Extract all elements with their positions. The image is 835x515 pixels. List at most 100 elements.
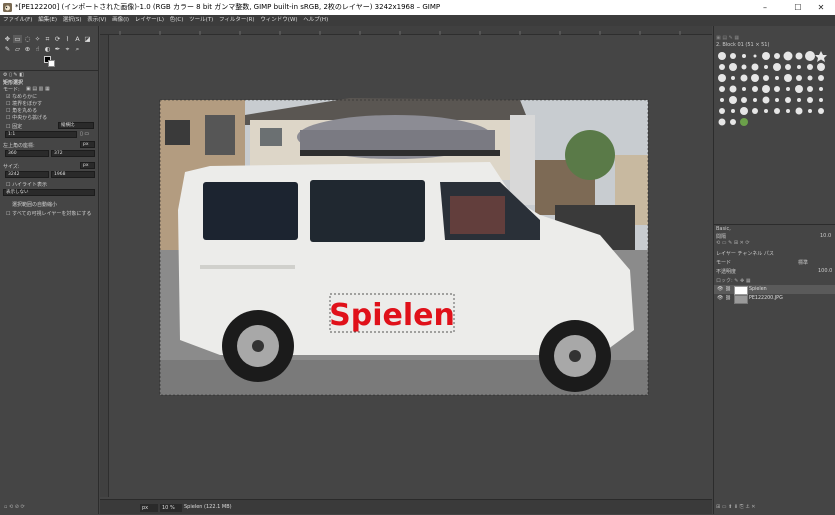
menu-edit[interactable]: 編集(E): [38, 15, 57, 26]
status-info: Spielen (122.1 MB): [184, 504, 232, 510]
van-window-reflection: [450, 196, 505, 234]
paintbrush-tool-icon[interactable]: ✎: [3, 45, 12, 53]
feather-checkbox[interactable]: ☐ 境界をぼかす: [6, 100, 42, 107]
dock-divider: [0, 70, 99, 71]
tool-options-title: 矩形選択: [3, 80, 24, 86]
dodge-tool-icon[interactable]: ◐: [43, 45, 52, 53]
roof-rack-bar: [300, 150, 500, 156]
canvas-text[interactable]: Spielen: [329, 298, 455, 333]
zoom-tool-icon[interactable]: ⌕: [73, 45, 82, 53]
eraser-tool-icon[interactable]: ▱: [13, 45, 22, 53]
menu-colors[interactable]: 色(C): [170, 15, 184, 26]
size-h-field[interactable]: 1968: [51, 171, 95, 178]
house-left-window-2: [205, 115, 235, 155]
zoom-select[interactable]: 10 %: [160, 504, 182, 512]
size-w-field[interactable]: 3242: [5, 171, 49, 178]
visibility-eye-icon[interactable]: 👁: [717, 294, 723, 303]
antialias-checkbox[interactable]: ☑ なめらかに: [6, 93, 37, 100]
expand-center-label: 中央から拡げる: [12, 115, 48, 121]
brush-preset-select[interactable]: Basic,: [716, 226, 731, 232]
lock-icons[interactable]: ロック: ✎ ✥ ▦: [716, 277, 751, 284]
van-window-middle: [310, 180, 425, 242]
chain-icon[interactable]: ⛓: [725, 285, 731, 294]
menu-tools[interactable]: ツール(T): [189, 15, 213, 26]
size-unit-select[interactable]: px: [80, 162, 95, 169]
house-center-window: [260, 128, 282, 146]
gimp-app-icon: [3, 3, 12, 12]
crop-tool-icon[interactable]: ⌗: [43, 35, 52, 43]
brush-header: 2. Block 01 (51 × 51): [716, 42, 770, 48]
clone-tool-icon[interactable]: ⊕: [23, 45, 32, 53]
fixed-checkbox[interactable]: ☐ 固定: [6, 123, 22, 130]
ratio-field[interactable]: 1:1: [5, 131, 77, 138]
menu-filters[interactable]: フィルター(R): [219, 15, 255, 26]
close-button[interactable]: ✕: [807, 0, 835, 15]
mode-buttons[interactable]: ▣ ▤ ▥ ▦: [26, 86, 50, 92]
wheel-front-hub: [569, 350, 581, 362]
spacing-label: 間隔: [716, 234, 727, 240]
menu-select[interactable]: 選択(S): [63, 15, 82, 26]
position-x-field[interactable]: 360: [5, 150, 49, 157]
orientation-icons[interactable]: ▯ ▭: [80, 131, 89, 137]
chain-icon[interactable]: ⛓: [725, 294, 731, 303]
menu-view[interactable]: 表示(V): [87, 15, 106, 26]
menu-file[interactable]: ファイル(F): [3, 15, 32, 26]
layer-name[interactable]: PE122200.JPG: [749, 294, 783, 303]
shrink-merged-checkbox[interactable]: ☐ すべての可視レイヤーを対象にする: [6, 210, 91, 217]
position-label: 左上角の座標:: [3, 143, 35, 149]
warp-tool-icon[interactable]: ⌇: [63, 35, 72, 43]
layer-name[interactable]: Spielen: [749, 285, 767, 294]
highlight-checkbox[interactable]: ☐ ハイライト表示: [6, 181, 47, 188]
rect-select-tool-icon[interactable]: ▭: [13, 35, 22, 43]
menu-help[interactable]: ヘルプ(H): [303, 15, 328, 26]
bucket-fill-tool-icon[interactable]: ◪: [83, 35, 92, 43]
position-unit-select[interactable]: px: [80, 141, 95, 148]
rotate-tool-icon[interactable]: ⟳: [53, 35, 62, 43]
fixed-label: 固定: [12, 124, 23, 130]
rounded-checkbox[interactable]: ☐ 角を丸める: [6, 107, 37, 114]
van-window-rear: [203, 182, 298, 240]
size-label: サイズ:: [3, 164, 20, 170]
layer-thumbnail-photo: [734, 295, 748, 304]
minimize-button[interactable]: –: [751, 0, 779, 15]
guides-select[interactable]: 表示しない: [3, 189, 95, 196]
text-tool-icon[interactable]: A: [73, 35, 82, 43]
visibility-eye-icon[interactable]: 👁: [717, 285, 723, 294]
house-left-window: [165, 120, 190, 145]
expand-center-checkbox[interactable]: ☐ 中央から拡げる: [6, 114, 47, 121]
move-tool-icon[interactable]: ✥: [3, 35, 12, 43]
status-bar: px 10 % Spielen (122.1 MB): [100, 499, 712, 514]
layers-tabs[interactable]: レイヤー チャンネル パス: [716, 250, 774, 257]
smudge-tool-icon[interactable]: ☝: [33, 45, 42, 53]
layer-action-icons[interactable]: ⊞ ▭ ⬆ ⬇ ⎘ ⚓ ✕: [716, 504, 756, 510]
horizontal-ruler[interactable]: [100, 26, 712, 35]
fuzzy-select-tool-icon[interactable]: ✧: [33, 35, 42, 43]
color-picker-tool-icon[interactable]: ⌖: [63, 45, 72, 53]
auto-shrink-label: 選択範囲の自動縮小: [12, 202, 58, 208]
fixed-mode-select[interactable]: 縦横比: [58, 122, 94, 129]
shrink-merged-label: すべての可視レイヤーを対象にする: [12, 211, 92, 217]
opacity-value[interactable]: 100.0: [818, 268, 832, 274]
auto-shrink-button[interactable]: 選択範囲の自動縮小: [12, 201, 57, 208]
tool-options-tab-icon[interactable]: ⚙ ▯ ✎ ◧: [3, 72, 24, 78]
vertical-ruler[interactable]: [100, 35, 109, 497]
layer-row[interactable]: 👁 ⛓ Spielen: [714, 285, 835, 295]
canvas-area[interactable]: Spielen: [109, 35, 712, 497]
layer-row[interactable]: 👁 ⛓ PE122200.JPG: [714, 294, 835, 304]
lasso-tool-icon[interactable]: ◌: [23, 35, 32, 43]
image-canvas[interactable]: Spielen: [109, 35, 712, 497]
menu-layer[interactable]: レイヤー(L): [135, 15, 164, 26]
spacing-value[interactable]: 10.0: [820, 233, 831, 239]
unit-select[interactable]: px: [140, 504, 158, 512]
layer-mode-select[interactable]: 標準: [798, 259, 808, 266]
dock-bottom-icons[interactable]: ▫ ⟲ ⊘ ⟳: [4, 504, 25, 510]
menu-windows[interactable]: ウィンドウ(W): [260, 15, 297, 26]
brush-grid[interactable]: [716, 50, 834, 134]
paths-tool-icon[interactable]: ✒: [53, 45, 62, 53]
van-side-stripe: [200, 265, 295, 269]
brush-action-icons[interactable]: ⟲ ▭ ✎ ⊞ ✕ ⟳: [716, 240, 750, 246]
background-color-swatch[interactable]: [48, 60, 55, 67]
brush-tabs[interactable]: ▣ ▤ ✎ ▦: [716, 35, 739, 41]
menu-image[interactable]: 画像(I): [112, 15, 129, 26]
position-y-field[interactable]: 372: [51, 150, 95, 157]
